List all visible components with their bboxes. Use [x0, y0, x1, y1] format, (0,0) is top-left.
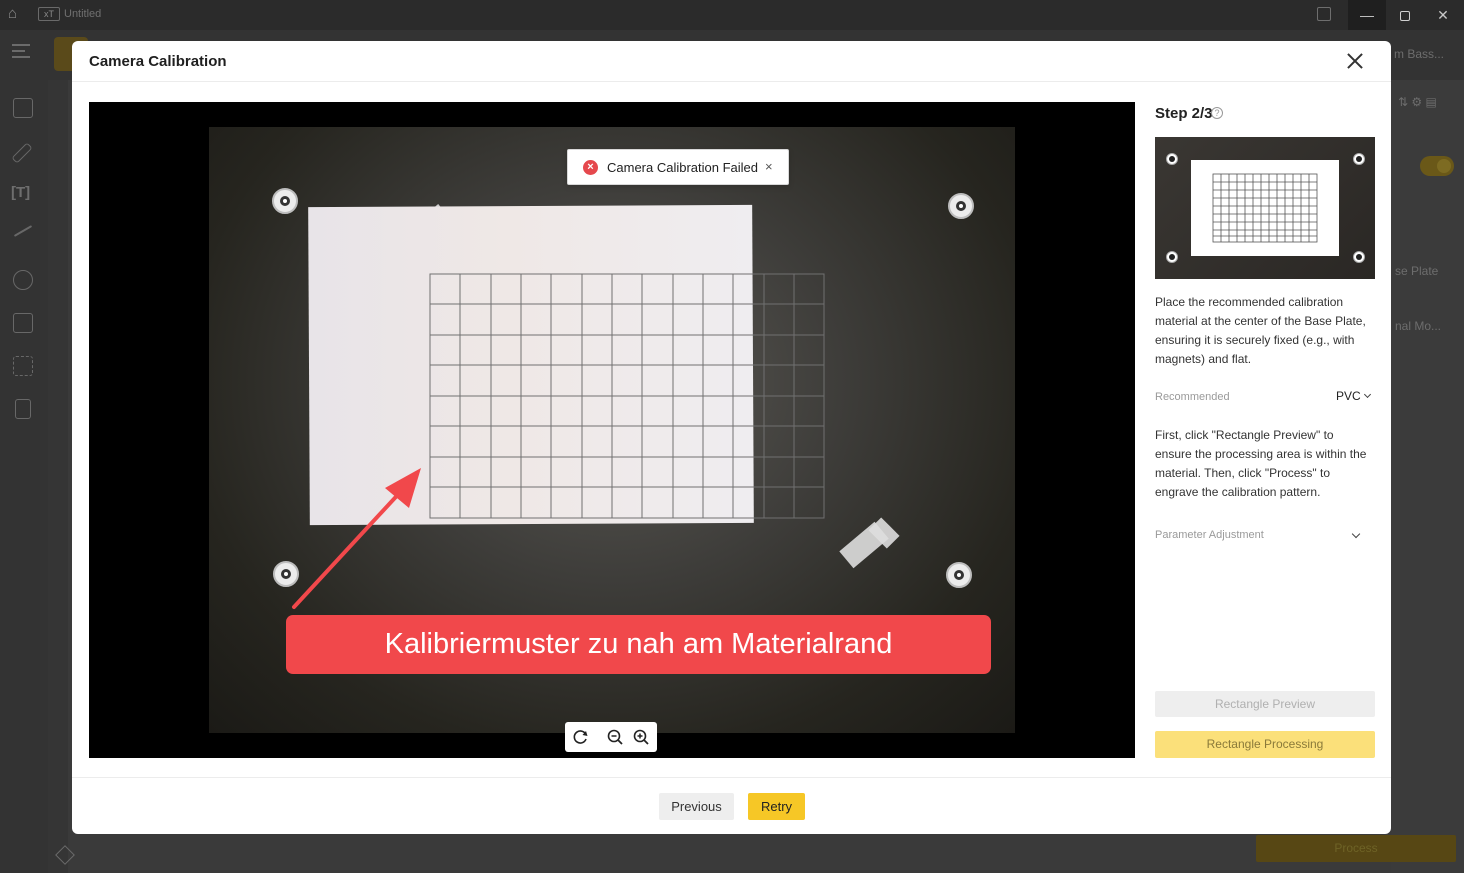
step-help-icon[interactable]: ? [1211, 107, 1223, 119]
close-icon[interactable] [1344, 50, 1366, 72]
shape-icon[interactable] [13, 270, 33, 290]
rectangle-preview-button[interactable]: Rectangle Preview [1155, 691, 1375, 717]
panel-toggle[interactable] [1420, 156, 1454, 176]
line-icon[interactable] [13, 225, 33, 237]
retry-button[interactable]: Retry [748, 793, 805, 820]
placement-instructions: Place the recommended calibration materi… [1155, 295, 1366, 366]
app-logo: xT [38, 7, 60, 21]
pen-icon[interactable] [11, 142, 33, 164]
zoom-in-icon[interactable] [631, 727, 651, 747]
minimize-button[interactable]: — [1348, 0, 1386, 30]
background-process-button: Process [1256, 835, 1456, 862]
preview-target-tl [1166, 153, 1178, 165]
panel-tool-icons: ⇅ ⚙ ▤ [1398, 95, 1437, 109]
parameter-chevron-down-icon[interactable] [1351, 529, 1361, 539]
preview-target-br [1353, 251, 1365, 263]
panel-mode-label: nal Mo... [1395, 319, 1442, 333]
recommended-label: Recommended [1155, 391, 1230, 403]
step-indicator: Step 2/3 [1155, 105, 1213, 122]
maximize-icon [1400, 11, 1410, 22]
preview-target-bl [1166, 251, 1178, 263]
header-divider [72, 81, 1391, 82]
document-title: Untitled [64, 8, 102, 20]
header-right-label: m Bass... [1394, 47, 1445, 61]
preview-target-tr [1353, 153, 1365, 165]
import-icon[interactable] [13, 313, 33, 333]
help-icon[interactable] [1317, 7, 1331, 21]
material-icon[interactable] [15, 399, 31, 419]
apps-icon[interactable] [13, 356, 33, 376]
app-titlebar: ⌂ xT Untitled — ✕ [0, 0, 1464, 30]
rectangle-processing-button[interactable]: Rectangle Processing [1155, 731, 1375, 758]
preview-paper [1191, 160, 1339, 256]
dialog-title: Camera Calibration [89, 53, 227, 70]
material-select-value: PVC [1336, 389, 1361, 403]
refresh-icon[interactable] [571, 727, 591, 747]
annotation-banner: Kalibriermuster zu nah am Materialrand [286, 615, 991, 674]
camera-calibration-dialog: Camera Calibration × Camera Calibration … [72, 41, 1391, 834]
menu-icon[interactable] [12, 44, 32, 60]
process-hint: First, click "Rectangle Preview" to ensu… [1155, 428, 1367, 499]
image-icon[interactable] [13, 98, 33, 118]
vertical-ruler [48, 80, 68, 873]
left-tool-bar: [T] [0, 80, 48, 873]
text-tool-icon[interactable]: [T] [11, 184, 30, 201]
calibration-preview-image [1155, 137, 1375, 279]
window-close-button[interactable]: ✕ [1424, 0, 1462, 30]
panel-base-plate-label: se Plate [1395, 264, 1439, 278]
preview-grid [1212, 173, 1318, 243]
camera-view[interactable]: × Camera Calibration Failed × Kalibrierm… [89, 102, 1135, 758]
maximize-button[interactable] [1386, 0, 1424, 30]
footer-divider [72, 777, 1391, 778]
material-select[interactable]: PVC [1336, 389, 1361, 403]
zoom-out-icon[interactable] [605, 727, 625, 747]
previous-button[interactable]: Previous [659, 793, 734, 820]
parameter-adjustment-toggle[interactable]: Parameter Adjustment [1155, 529, 1264, 541]
zoom-controls [565, 722, 657, 752]
chevron-down-icon[interactable] [1363, 390, 1372, 399]
home-icon[interactable]: ⌂ [8, 6, 24, 22]
right-panel [1391, 80, 1464, 873]
